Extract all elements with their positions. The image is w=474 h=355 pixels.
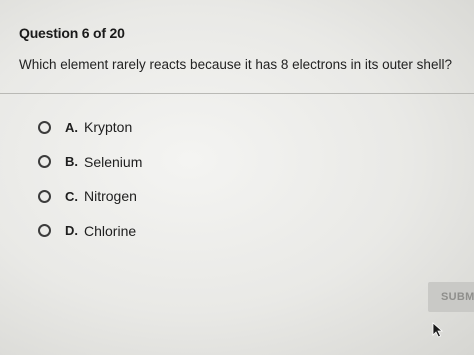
option-d[interactable]: D. Chlorine <box>38 220 338 242</box>
option-a[interactable]: A. Krypton <box>38 116 338 138</box>
option-label: Selenium <box>84 153 143 170</box>
option-label: Chlorine <box>84 222 137 239</box>
option-letter: D. <box>65 223 78 238</box>
radio-button-b[interactable] <box>38 155 51 168</box>
answer-options: A. Krypton B. Selenium C. Nitrogen D. Ch… <box>38 116 338 254</box>
option-letter: C. <box>65 188 78 204</box>
radio-button-a[interactable] <box>38 120 51 134</box>
option-b[interactable]: B. Selenium <box>38 151 338 173</box>
option-c[interactable]: C. Nitrogen <box>38 185 338 207</box>
quiz-page: Question 6 of 20 Which element rarely re… <box>0 0 474 355</box>
option-label: Nitrogen <box>84 188 137 204</box>
submit-button[interactable]: SUBM <box>428 282 474 312</box>
divider <box>0 93 474 94</box>
question-text: Which element rarely reacts because it h… <box>19 57 452 72</box>
radio-button-d[interactable] <box>38 224 51 237</box>
option-letter: B. <box>65 154 78 169</box>
question-counter: Question 6 of 20 <box>19 25 125 41</box>
mouse-pointer-icon <box>432 322 444 338</box>
radio-button-c[interactable] <box>38 189 51 203</box>
option-letter: A. <box>65 119 78 135</box>
option-label: Krypton <box>84 119 133 135</box>
